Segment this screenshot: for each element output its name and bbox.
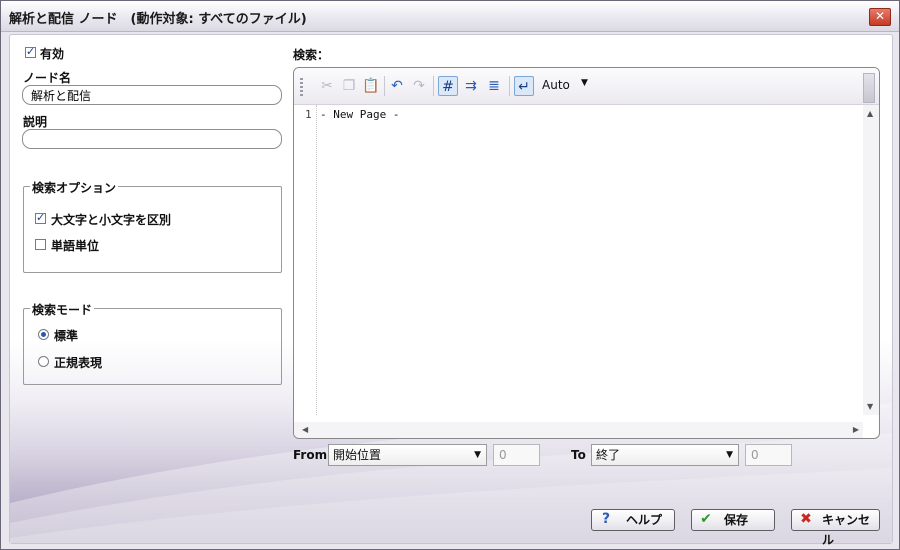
search-options-group: 検索オプション 大文字と小文字を区別 単語単位 [23,179,282,273]
save-button[interactable]: ✔ 保存 [691,509,775,531]
to-number-input[interactable]: 0 [745,444,792,466]
vertical-scrollbar[interactable]: ▲ ▼ [863,105,879,415]
enabled-label: 有効 [40,47,65,61]
cancel-button[interactable]: ✖ キャンセル [791,509,880,547]
standard-radio[interactable] [38,329,49,340]
regex-label: 正規表現 [54,356,103,370]
line-number: 1 [305,108,312,121]
help-button-label: ヘルプ [626,513,663,527]
search-mode-legend: 検索モード [30,301,95,318]
standard-label: 標準 [54,329,79,343]
wrap-mode-dropdown-icon[interactable]: ▼ [581,78,588,88]
to-label: To [571,448,586,462]
whole-word-checkbox[interactable] [35,239,46,250]
close-icon: ✕ [874,9,886,23]
scroll-right-icon[interactable]: ▶ [853,425,859,434]
scroll-down-icon[interactable]: ▼ [867,402,873,411]
cancel-x-icon: ✖ [800,511,812,527]
description-input[interactable] [22,129,282,149]
word-wrap-icon[interactable]: ≣ [484,76,504,96]
from-number-value: 0 [499,448,507,462]
window-title: 解析と配信 ノード (動作対象: すべてのファイル) [9,12,307,27]
to-number-value: 0 [751,448,759,462]
paste-icon[interactable]: 📋 [361,76,381,96]
chevron-down-icon: ▼ [726,450,733,460]
from-select-value: 開始位置 [333,448,382,462]
title-bar[interactable]: 解析と配信 ノード (動作対象: すべてのファイル) ✕ [1,1,899,32]
case-sensitive-checkbox[interactable] [35,211,46,224]
toolbar-separator [433,76,434,96]
toolbar-separator [509,76,510,96]
redo-icon[interactable]: ↷ [409,76,429,96]
toolbar-separator [384,76,385,96]
whole-word-label: 単語単位 [51,239,100,253]
help-icon: ? [601,511,611,527]
scroll-left-icon[interactable]: ◀ [302,425,308,434]
search-mode-group: 検索モード 標準 正規表現 [23,301,282,385]
from-select[interactable]: 開始位置 ▼ [328,444,487,466]
editor-text[interactable]: - New Page - [320,108,399,121]
search-label: 検索： [293,48,330,62]
to-select-value: 終了 [596,448,621,462]
node-name-label: ノード名 [23,71,72,85]
line-number-gutter [294,105,317,415]
close-button[interactable]: ✕ [869,8,891,26]
wrap-mode-value[interactable]: Auto [542,78,570,92]
from-number-input[interactable]: 0 [493,444,540,466]
scroll-up-icon[interactable]: ▲ [867,109,873,118]
from-label: From [293,448,328,462]
save-button-label: 保存 [724,513,749,527]
dialog-content: 有効 ノード名 説明 検索オプション 大文字と小文字を区別 単語単位 検索モード… [9,34,893,547]
search-editor: ✂ ❐ 📋 ↶ ↷ # ⇉ ≣ ↵ Auto ▼ 1 - New Page - … [293,67,880,439]
enabled-checkbox[interactable] [25,45,36,58]
copy-icon[interactable]: ❐ [339,76,359,96]
description-label: 説明 [23,115,48,129]
toolbar-overflow-handle[interactable] [863,73,875,103]
horizontal-scrollbar[interactable]: ◀ ▶ [294,422,863,438]
cancel-button-label: キャンセル [822,513,871,547]
toolbar-grip[interactable] [300,78,303,96]
dialog-window: 解析と配信 ノード (動作対象: すべてのファイル) ✕ 有効 ノード名 説明 … [0,0,900,550]
editor-toolbar: ✂ ❐ 📋 ↶ ↷ # ⇉ ≣ ↵ Auto ▼ [294,68,879,105]
regex-radio[interactable] [38,356,49,367]
enter-return-icon[interactable]: ↵ [514,76,534,96]
cut-icon[interactable]: ✂ [317,76,337,96]
line-numbers-toggle-icon[interactable]: # [438,76,458,96]
chevron-down-icon: ▼ [474,450,481,460]
search-options-legend: 検索オプション [30,179,119,196]
checkmark-icon: ✔ [700,511,712,527]
node-name-input[interactable] [22,85,282,105]
help-button[interactable]: ? ヘルプ [591,509,675,531]
case-sensitive-label: 大文字と小文字を区別 [51,213,172,227]
to-select[interactable]: 終了 ▼ [591,444,739,466]
undo-icon[interactable]: ↶ [387,76,407,96]
show-whitespace-icon[interactable]: ⇉ [461,76,481,96]
